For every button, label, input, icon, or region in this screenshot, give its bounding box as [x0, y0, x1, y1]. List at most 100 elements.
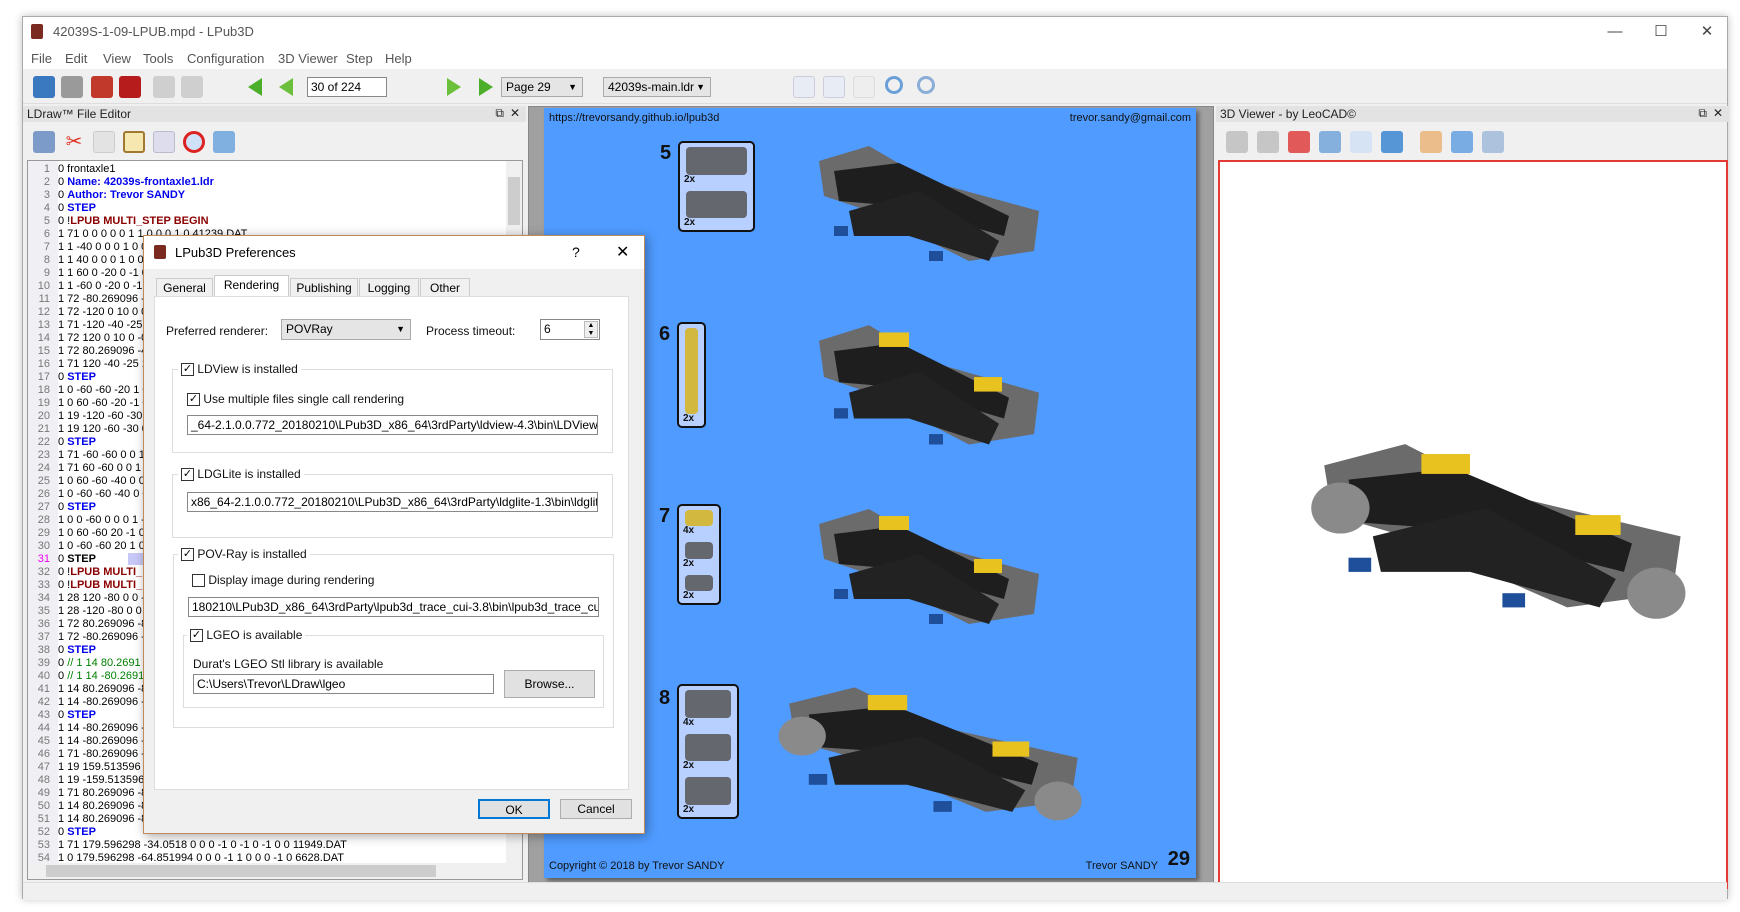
preferred-renderer-select[interactable]: POVRay ▼ — [281, 319, 411, 340]
code-line[interactable]: 1 0 -60 -60 -20 1 0 — [58, 384, 149, 396]
undo-icon[interactable] — [153, 76, 175, 98]
view-cube-icon[interactable] — [1319, 131, 1341, 153]
menu-tools[interactable]: Tools — [143, 51, 173, 66]
save-icon[interactable] — [61, 76, 83, 98]
parts-list[interactable]: 2x 2x — [678, 141, 755, 232]
spin-arrows-icon[interactable]: ▲ ▼ — [584, 321, 598, 338]
code-line[interactable]: 1 0 -60 -60 20 1 0 — [58, 540, 145, 552]
code-line[interactable]: 1 0 -60 -60 -40 0 0 — [58, 488, 149, 500]
code-line[interactable]: 1 72 120 0 10 0 -0 — [58, 332, 147, 344]
code-line[interactable]: 1 71 80.269096 -8 — [58, 787, 147, 799]
code-line[interactable]: 0 Author: Trevor SANDY — [58, 189, 185, 201]
ok-button[interactable]: OK — [478, 799, 550, 819]
code-line[interactable]: 1 14 80.269096 -8 — [58, 800, 147, 812]
povray-checkbox[interactable]: ✓ — [181, 548, 194, 562]
parts-list[interactable]: 4x 2x 2x — [677, 684, 739, 819]
menu-step[interactable]: Step — [346, 51, 373, 66]
model-combo[interactable]: 42039s-main.ldr ▼ — [603, 77, 711, 97]
code-line[interactable]: 1 14 80.269096 -8 — [58, 683, 147, 695]
code-line[interactable]: 1 71 -60 -60 0 0 1 — [58, 449, 145, 461]
code-line[interactable]: 1 72 -120 0 10 0 0 — [58, 306, 147, 318]
lgeo-checkbox-row[interactable]: ✓ LGEO is available — [187, 628, 306, 643]
code-line[interactable]: 0 // 1 14 -80.2691 — [58, 670, 144, 682]
code-line[interactable]: 1 71 60 -60 0 0 1 0 — [58, 462, 150, 474]
fit-width-icon[interactable] — [793, 76, 815, 98]
code-line[interactable]: 0 !LPUB MULTI_ — [58, 566, 142, 578]
menu-edit[interactable]: Edit — [65, 51, 87, 66]
close-icon[interactable]: ✕ — [1713, 106, 1723, 120]
code-line[interactable]: 0 !LPUB MULTI_STEP BEGIN — [58, 215, 209, 227]
open-icon[interactable] — [33, 76, 55, 98]
float-icon[interactable]: ⧉ — [495, 106, 504, 121]
code-line[interactable]: 1 71 179.596298 -34.0518 0 0 0 -1 0 -1 0… — [58, 839, 347, 851]
code-line[interactable]: 1 0 0 -60 0 0 0 1 - — [58, 514, 145, 526]
code-line[interactable]: 0 frontaxle1 — [58, 163, 115, 175]
copy-icon[interactable] — [93, 131, 115, 153]
rotate-view-icon[interactable] — [1451, 131, 1473, 153]
ldview-path-input[interactable]: _64-2.1.0.0.772_20180210\LPub3D_x86_64\3… — [187, 415, 598, 435]
code-line[interactable]: 1 14 -80.269096 - — [58, 735, 145, 747]
code-line[interactable]: 0 STEP — [58, 644, 96, 656]
browse-button[interactable]: Browse... — [504, 670, 595, 698]
undo-icon[interactable] — [1226, 131, 1248, 153]
minimize-button[interactable]: — — [1595, 21, 1635, 43]
povray-path-input[interactable]: 180210\LPub3D_x86_64\3rdParty\lpub3d_tra… — [188, 597, 599, 617]
close-icon[interactable]: ✕ — [510, 106, 520, 120]
code-line[interactable]: 0 STEP — [58, 501, 96, 513]
multi-file-checkbox-row[interactable]: ✓ Use multiple files single call renderi… — [187, 392, 404, 407]
code-line[interactable]: 1 1 40 0 0 0 1 0 0 — [58, 254, 144, 266]
code-line[interactable]: 1 0 60 -60 -20 -1 0 — [58, 397, 149, 409]
parts-list[interactable]: 2x — [677, 322, 706, 428]
code-line[interactable]: 1 71 120 -40 -25 1 — [58, 358, 148, 370]
code-line[interactable]: 1 14 -80.269096 - — [58, 696, 145, 708]
code-line[interactable]: 1 14 -80.269096 - — [58, 722, 145, 734]
code-line[interactable]: 1 1 60 0 -20 0 -1 0 — [58, 267, 148, 279]
code-line[interactable]: 1 0 60 -60 -40 0 0 — [58, 475, 145, 487]
code-line[interactable]: 1 28 120 -80 0 0 -0 — [58, 592, 151, 604]
lgeo-path-input[interactable]: C:\Users\Trevor\LDraw\lgeo — [193, 674, 494, 694]
paste-icon[interactable] — [123, 131, 145, 153]
tab-publishing[interactable]: Publishing — [290, 278, 358, 297]
tab-rendering[interactable]: Rendering — [214, 275, 289, 298]
float-icon[interactable]: ⧉ — [1698, 106, 1707, 121]
snap-icon[interactable] — [1288, 131, 1310, 153]
code-line[interactable]: 0 STEP — [58, 371, 96, 383]
dialog-close-button[interactable]: ✕ — [616, 242, 629, 262]
page-number-input[interactable]: 30 of 224 — [307, 77, 387, 97]
3d-model-render[interactable] — [1308, 437, 1688, 627]
code-line[interactable]: 0 STEP — [58, 709, 96, 721]
ldview-checkbox[interactable]: ✓ — [181, 363, 194, 377]
ldglite-checkbox-row[interactable]: ✓ LDGLite is installed — [178, 467, 304, 482]
rotate-icon[interactable] — [1381, 131, 1403, 153]
zoom-in-icon[interactable] — [885, 76, 903, 94]
scrollbar-thumb[interactable] — [46, 865, 436, 877]
menu-configuration[interactable]: Configuration — [187, 51, 264, 66]
refresh-icon[interactable] — [213, 131, 235, 153]
code-line[interactable]: 0 !LPUB MULTI_ — [58, 579, 142, 591]
display-image-checkbox[interactable] — [192, 574, 205, 588]
horizontal-scrollbar[interactable] — [28, 863, 522, 879]
close-button[interactable]: ✕ — [1687, 21, 1727, 43]
lgeo-checkbox[interactable]: ✓ — [190, 629, 203, 643]
next-page-icon[interactable] — [447, 78, 461, 96]
code-line[interactable]: 1 19 -159.513596 — [58, 774, 144, 786]
help-button[interactable]: ? — [572, 244, 580, 260]
zoom-out-icon[interactable] — [917, 76, 935, 94]
code-line[interactable]: 0 STEP — [58, 826, 96, 838]
ldglite-path-input[interactable]: x86_64-2.1.0.0.772_20180210\LPub3D_x86_6… — [187, 492, 598, 512]
page-email[interactable]: trevor.sandy@gmail.com — [1070, 112, 1191, 124]
code-line[interactable]: 1 0 60 -60 20 -1 0 — [58, 527, 145, 539]
code-line[interactable]: 0 STEP — [58, 202, 96, 214]
code-line[interactable]: 0 STEP — [58, 436, 96, 448]
code-line[interactable]: 1 72 -80.269096 - — [58, 293, 145, 305]
code-line[interactable]: 0 Name: 42039s-frontaxle1.ldr — [58, 176, 214, 188]
code-line[interactable]: 1 19 159.513596 - — [58, 761, 147, 773]
scrollbar-thumb[interactable] — [508, 177, 520, 225]
tab-general[interactable]: General — [156, 278, 213, 297]
multi-file-checkbox[interactable]: ✓ — [187, 393, 200, 407]
code-line[interactable]: 1 1 -60 0 -20 0 -1 0 — [58, 280, 152, 292]
preferences-icon[interactable] — [33, 131, 55, 153]
pdf-preview-icon[interactable] — [91, 76, 113, 98]
first-page-icon[interactable] — [248, 78, 262, 96]
ldglite-checkbox[interactable]: ✓ — [181, 468, 194, 482]
